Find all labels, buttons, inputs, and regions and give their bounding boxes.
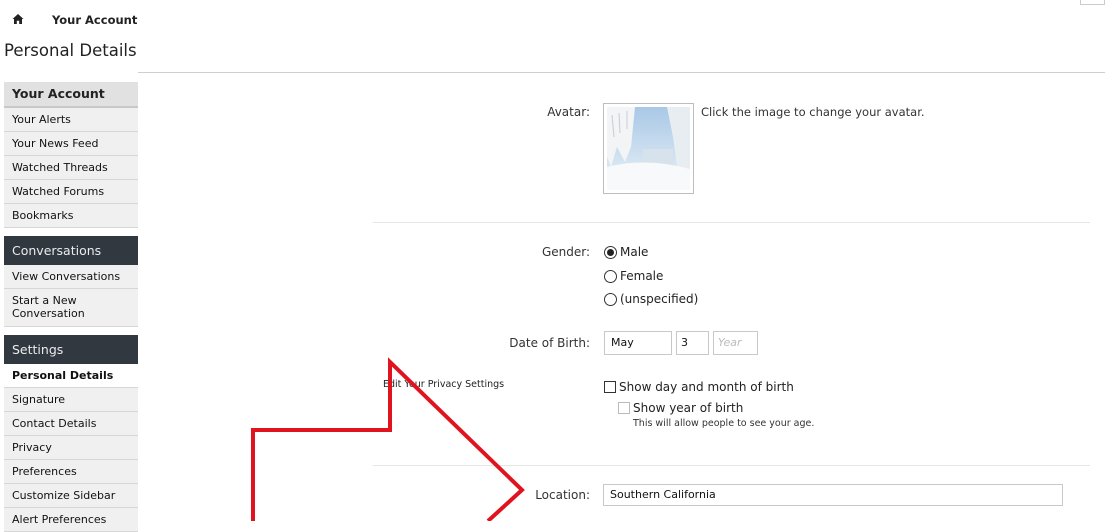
age-hint: This will allow people to see your age.	[633, 418, 815, 429]
page-title: Personal Details	[4, 41, 137, 60]
sidebar-item-start-conversation[interactable]: Start a New Conversation	[4, 289, 138, 327]
sidebar-item-signature[interactable]: Signature	[4, 388, 138, 412]
avatar-note: Click the image to change your avatar.	[701, 105, 925, 119]
sidebar-item-news-feed[interactable]: Your News Feed	[4, 132, 138, 156]
row-divider	[373, 222, 1090, 223]
breadcrumb-current[interactable]: Your Account	[52, 13, 137, 27]
checkbox-day-month[interactable]	[604, 381, 616, 393]
sidebar-item-your-alerts[interactable]: Your Alerts	[4, 108, 138, 132]
sidebar-item-customize-sidebar[interactable]: Customize Sidebar	[4, 484, 138, 508]
row-divider	[373, 465, 1090, 466]
sidebar: Your Account Your Alerts Your News Feed …	[4, 82, 138, 532]
sidebar-section-your-account: Your Account	[4, 82, 138, 108]
sidebar-item-view-conversations[interactable]: View Conversations	[4, 265, 138, 289]
location-label: Location:	[535, 488, 590, 502]
home-icon[interactable]	[12, 13, 26, 27]
checkbox-year[interactable]	[618, 402, 630, 414]
show-day-month-checkbox[interactable]: Show day and month of birth	[604, 380, 794, 394]
sidebar-item-bookmarks[interactable]: Bookmarks	[4, 204, 138, 228]
gender-option-male[interactable]: Male	[604, 242, 698, 262]
gender-option-unspecified[interactable]: (unspecified)	[604, 289, 698, 309]
gender-label: Gender:	[541, 245, 590, 259]
sidebar-item-personal-details[interactable]: Personal Details	[4, 364, 138, 388]
avatar-label: Avatar:	[547, 105, 590, 119]
privacy-settings-link[interactable]: Edit Your Privacy Settings	[383, 379, 504, 390]
divider	[138, 72, 1105, 73]
sidebar-item-contact-details[interactable]: Contact Details	[4, 412, 138, 436]
radio-female[interactable]	[604, 269, 617, 283]
sidebar-item-privacy[interactable]: Privacy	[4, 436, 138, 460]
sidebar-item-alert-preferences[interactable]: Alert Preferences	[4, 508, 138, 532]
radio-male[interactable]	[604, 245, 617, 259]
corner-box	[1080, 0, 1105, 5]
avatar-image[interactable]	[603, 103, 694, 194]
sidebar-item-watched-forums[interactable]: Watched Forums	[4, 180, 138, 204]
location-input[interactable]: Southern California	[603, 484, 1063, 506]
dob-month-select[interactable]: May	[604, 331, 672, 355]
dob-day-select[interactable]: 3	[676, 331, 709, 355]
show-year-checkbox[interactable]: Show year of birth	[618, 401, 743, 415]
radio-unspecified[interactable]	[604, 292, 617, 306]
gender-options: Male Female (unspecified)	[604, 242, 698, 309]
sidebar-section-settings: Settings	[4, 335, 138, 364]
gender-option-female[interactable]: Female	[604, 266, 698, 286]
sidebar-item-watched-threads[interactable]: Watched Threads	[4, 156, 138, 180]
sidebar-section-conversations: Conversations	[4, 236, 138, 265]
breadcrumb: Your Account	[12, 10, 137, 30]
dob-label: Date of Birth:	[509, 336, 590, 350]
dob-year-input[interactable]: Year	[713, 331, 758, 355]
sidebar-item-preferences[interactable]: Preferences	[4, 460, 138, 484]
annotation-arrow	[251, 357, 525, 521]
